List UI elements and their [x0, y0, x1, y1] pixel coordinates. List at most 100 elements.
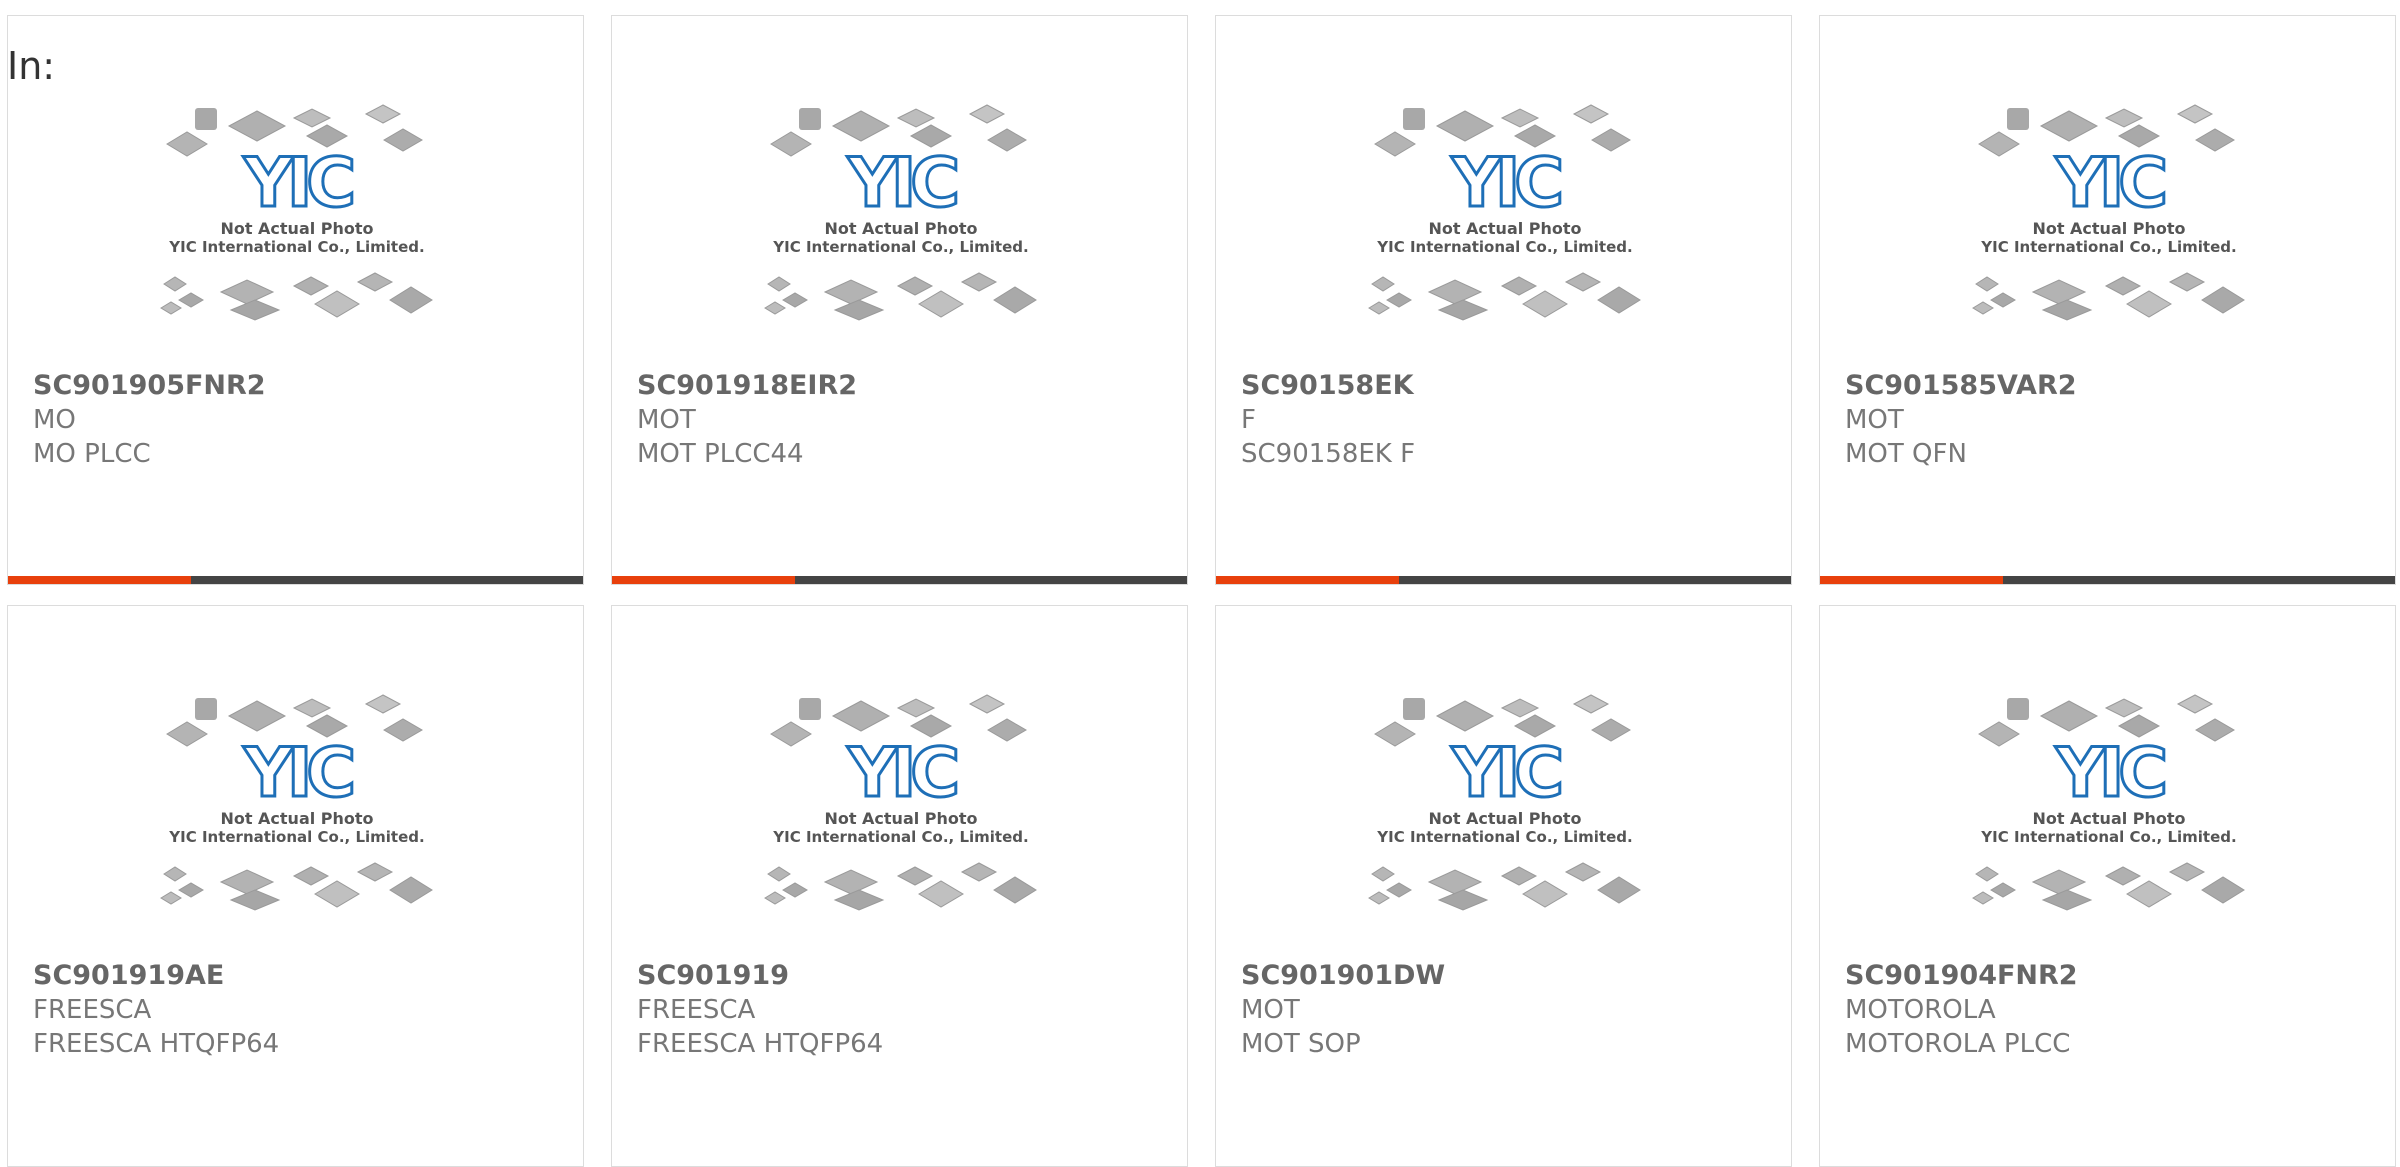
part-number[interactable]: SC901918EIR2: [637, 370, 857, 401]
package-description: MOT SOP: [1241, 1029, 1361, 1059]
chip-icon: [356, 862, 393, 882]
chip-icon: [896, 698, 935, 718]
chip-icon: [2031, 279, 2086, 305]
placeholder-caption-line2: YIC International Co., Limited.: [1980, 828, 2236, 846]
chip-icon: [1402, 698, 1425, 720]
product-placeholder-image: YIC Not Actual Photo YIC International Co.…: [1820, 686, 2395, 956]
chip-icons-bottom: [1971, 272, 2245, 321]
part-number[interactable]: SC90158EK: [1241, 370, 1414, 401]
product-grid: In: YIC Not Actual Photo YIC International…: [0, 0, 2400, 1167]
chip-icon: [1971, 891, 1994, 905]
product-placeholder-image: YIC Not Actual Photo YIC International Co.…: [612, 686, 1187, 956]
part-number[interactable]: SC901901DW: [1241, 960, 1445, 991]
chip-icon: [1402, 108, 1425, 130]
chip-icon: [1435, 110, 1494, 142]
chip-icon: [162, 866, 187, 882]
part-number[interactable]: SC901585VAR2: [1845, 370, 2077, 401]
chip-icon: [219, 869, 274, 895]
chip-icon: [1500, 866, 1537, 886]
brand: FREESCA: [637, 995, 756, 1025]
product-card[interactable]: YIC Not Actual Photo YIC International Co.…: [1819, 605, 2396, 1167]
chip-icon: [159, 301, 182, 315]
placeholder-caption-line2: YIC International Co., Limited.: [168, 828, 424, 846]
chip-icon: [1971, 301, 1994, 315]
brand: MOT: [1845, 405, 1904, 435]
chip-icon: [769, 721, 812, 747]
part-number[interactable]: SC901919AE: [33, 960, 224, 991]
chip-icon: [1437, 889, 1488, 911]
chip-icon: [2168, 862, 2205, 882]
placeholder-caption-line1: Not Actual Photo: [1428, 219, 1581, 238]
product-card[interactable]: YIC Not Actual Photo YIC International Co.…: [7, 605, 584, 1167]
chip-icon: [382, 718, 423, 742]
chip-icon: [1427, 869, 1482, 895]
chip-icon: [1385, 882, 1412, 898]
chip-icon: [2200, 286, 2245, 314]
product-card[interactable]: YIC Not Actual Photo YIC International Co.…: [1215, 605, 1792, 1167]
chip-icon: [823, 869, 878, 895]
chip-icon: [2039, 700, 2098, 732]
chip-icon: [833, 299, 884, 321]
card-footer-bar: [1820, 576, 2395, 584]
chip-icon: [2125, 880, 2172, 908]
chip-icon: [177, 882, 204, 898]
yic-logo: YIC: [846, 144, 956, 223]
chip-icon: [382, 128, 423, 152]
chip-icon: [2104, 108, 2143, 128]
chip-icons-bottom: [1367, 272, 1641, 321]
package-description: MOTOROLA PLCC: [1845, 1029, 2071, 1059]
chip-icon: [229, 299, 280, 321]
chip-icon: [364, 694, 401, 714]
chip-icon: [2041, 299, 2092, 321]
chip-icons-bottom: [159, 272, 433, 321]
chip-icon: [165, 131, 208, 157]
accent-bar: [1216, 576, 1399, 584]
product-card[interactable]: YIC Not Actual Photo YIC International Co.…: [611, 15, 1188, 585]
chip-icons-bottom: [159, 862, 433, 911]
yic-logo: YIC: [2054, 734, 2164, 813]
placeholder-graphic: YICNot Actual PhotoYIC International Co.…: [1367, 104, 1641, 321]
placeholder-caption-line2: YIC International Co., Limited.: [772, 828, 1028, 846]
yic-logo: YIC: [846, 734, 956, 813]
chip-icon: [2006, 698, 2029, 720]
chip-icons-bottom: [1971, 862, 2245, 911]
part-number[interactable]: SC901919: [637, 960, 789, 991]
brand: F: [1241, 405, 1256, 435]
chip-icon: [1500, 108, 1539, 128]
chip-icon: [798, 698, 821, 720]
chip-icons-bottom: [763, 862, 1037, 911]
chip-icon: [313, 880, 360, 908]
brand: MOTOROLA: [1845, 995, 1996, 1025]
product-placeholder-image: YIC Not Actual Photo YIC International Co.…: [8, 96, 583, 366]
chip-icon: [356, 272, 393, 292]
yic-logo: YIC: [1450, 734, 1560, 813]
product-card[interactable]: YIC Not Actual Photo YIC International Co.…: [7, 15, 584, 585]
chip-icon: [968, 104, 1005, 124]
chip-icon: [960, 862, 997, 882]
chip-icon: [1977, 721, 2020, 747]
chip-icon: [763, 301, 786, 315]
product-card[interactable]: YIC Not Actual Photo YIC International Co.…: [611, 605, 1188, 1167]
chip-icon: [986, 128, 1027, 152]
chip-icon: [2125, 290, 2172, 318]
placeholder-caption-line1: Not Actual Photo: [220, 219, 373, 238]
chip-icon: [2194, 718, 2235, 742]
product-card[interactable]: YIC Not Actual Photo YIC International Co.…: [1215, 15, 1792, 585]
chip-icon: [2176, 104, 2213, 124]
placeholder-caption-line2: YIC International Co., Limited.: [168, 238, 424, 256]
placeholder-graphic: YICNot Actual PhotoYIC International Co.…: [1971, 104, 2245, 321]
placeholder-caption-line1: Not Actual Photo: [824, 809, 977, 828]
part-number[interactable]: SC901905FNR2: [33, 370, 266, 401]
chip-icon: [992, 876, 1037, 904]
placeholder-graphic: YICNot Actual PhotoYIC International Co.…: [159, 694, 433, 911]
yic-logo: YIC: [2054, 144, 2164, 223]
chip-icon: [292, 866, 329, 886]
product-card[interactable]: YIC Not Actual Photo YIC International Co.…: [1819, 15, 2396, 585]
placeholder-caption-line2: YIC International Co., Limited.: [1376, 238, 1632, 256]
chip-icon: [2104, 866, 2141, 886]
chip-icon: [917, 880, 964, 908]
part-number[interactable]: SC901904FNR2: [1845, 960, 2078, 991]
brand: MOT: [637, 405, 696, 435]
chip-icon: [388, 286, 433, 314]
placeholder-caption-line1: Not Actual Photo: [824, 219, 977, 238]
